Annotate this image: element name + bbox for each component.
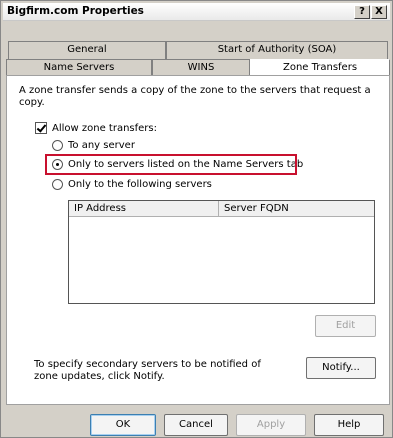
help-button[interactable]: Help (314, 414, 384, 436)
notify-button[interactable]: Notify... (306, 357, 376, 379)
radio-any-server-label: To any server (68, 140, 135, 151)
column-ip-address[interactable]: IP Address (69, 201, 219, 217)
server-list[interactable]: IP Address Server FQDN (68, 200, 375, 304)
tab-soa[interactable]: Start of Authority (SOA) (166, 41, 388, 59)
close-button[interactable]: X (371, 5, 387, 19)
edit-button[interactable]: Edit (315, 315, 376, 337)
allow-zone-transfers-checkbox[interactable] (35, 122, 47, 134)
tab-general[interactable]: General (8, 41, 166, 59)
radio-following-servers[interactable] (52, 179, 63, 190)
cancel-button[interactable]: Cancel (164, 414, 228, 436)
properties-dialog: Bigfirm.com Properties ? X General Start… (0, 0, 393, 438)
notify-note: To specify secondary servers to be notif… (34, 359, 261, 382)
column-server-fqdn[interactable]: Server FQDN (219, 201, 374, 217)
tab-row-top: General Start of Authority (SOA) (8, 41, 388, 59)
dialog-title: Bigfirm.com Properties (7, 5, 144, 17)
ok-button[interactable]: OK (90, 414, 156, 436)
server-list-header: IP Address Server FQDN (69, 201, 374, 217)
selection-highlight-box (45, 154, 297, 175)
help-question-button[interactable]: ? (354, 5, 370, 19)
allow-zone-transfers-label: Allow zone transfers: (52, 123, 157, 134)
zone-transfer-description: A zone transfer sends a copy of the zone… (19, 85, 371, 108)
radio-following-servers-label: Only to the following servers (68, 179, 212, 190)
title-bar: Bigfirm.com Properties ? X (3, 3, 390, 21)
radio-any-server[interactable] (52, 140, 63, 151)
apply-button[interactable]: Apply (236, 414, 306, 436)
